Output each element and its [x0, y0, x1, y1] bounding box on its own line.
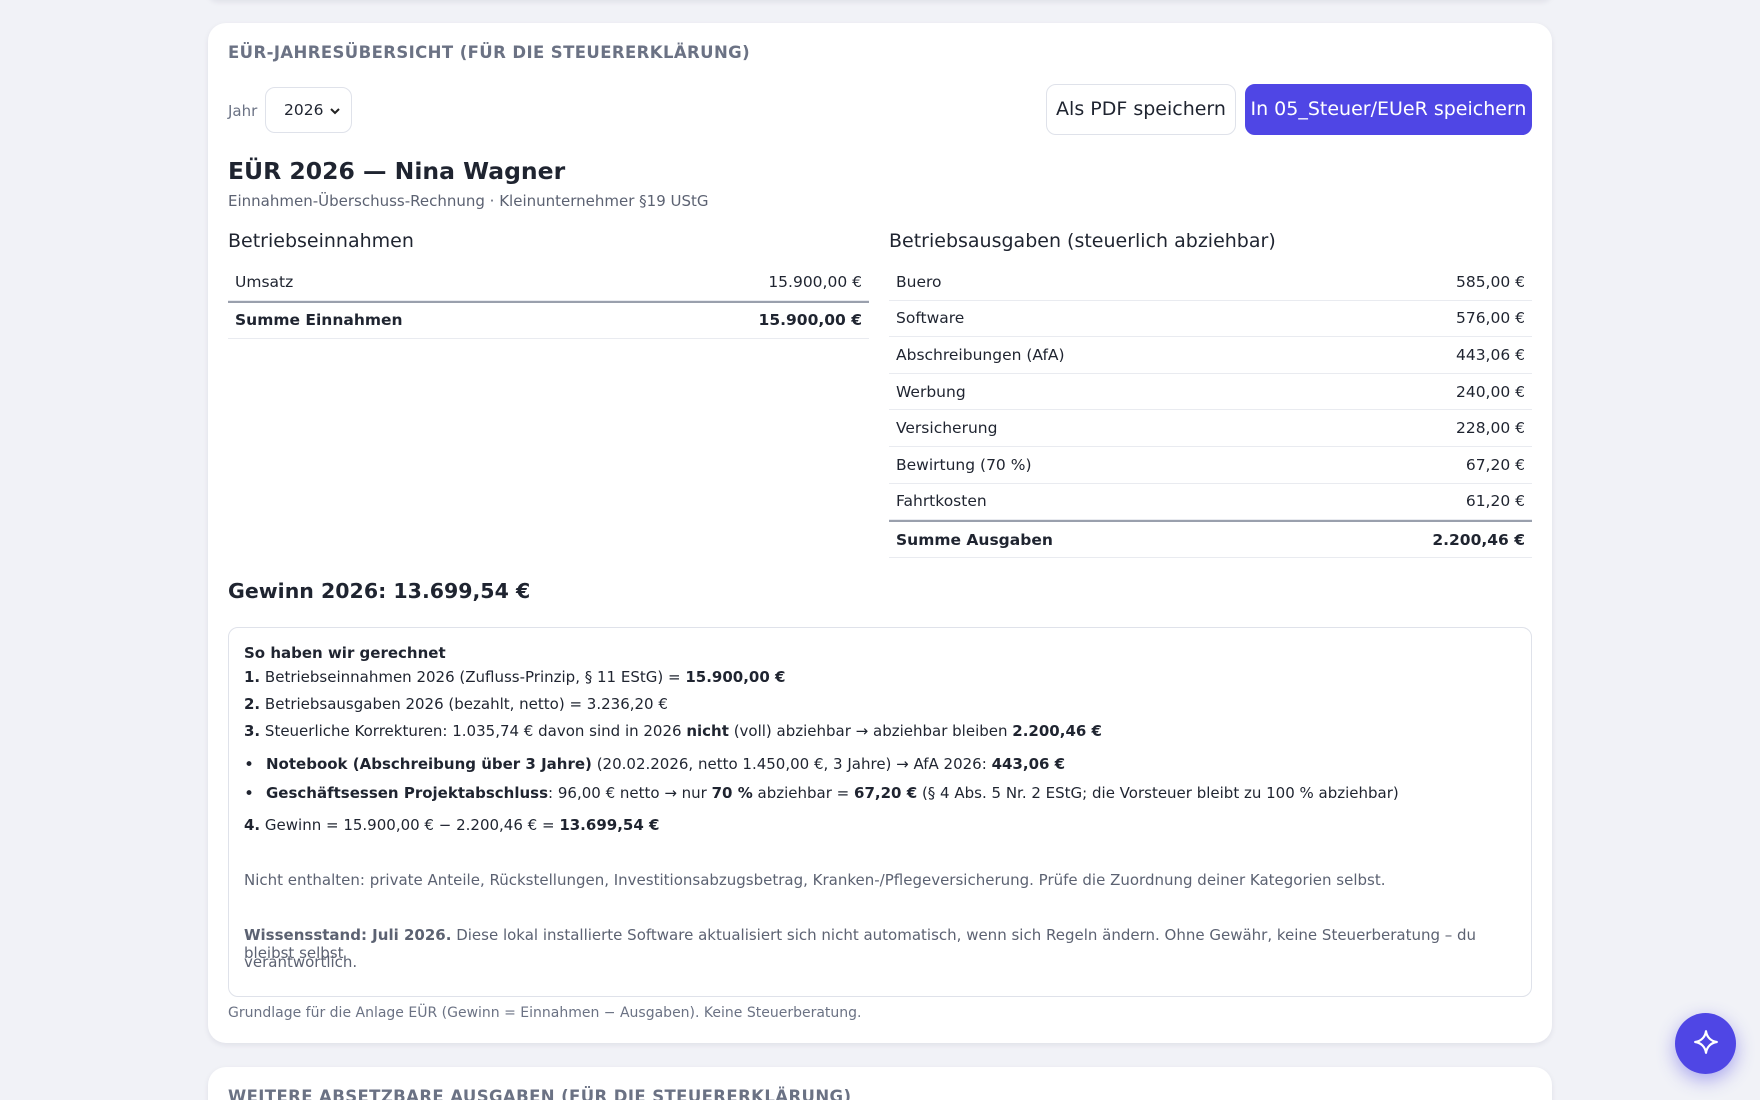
section-title: EÜR-Jahresübersicht (für die Steuererklä…	[228, 43, 751, 62]
table-row: Buero 585,00 €	[889, 264, 1532, 301]
step-text: Steuerliche Korrekturen: 1.035,74 € davo…	[264, 722, 682, 740]
report-subtitle: Einnahmen-Überschuss-Rechnung · Kleinunt…	[228, 192, 709, 210]
report-title: EÜR 2026 — Nina Wagner	[228, 157, 566, 185]
sum-label: Summe Einnahmen	[235, 311, 403, 330]
row-amount: 576,00 €	[1455, 309, 1525, 328]
sum-amount: 2.200,46 €	[1432, 530, 1525, 549]
sum-label: Summe Ausgaben	[896, 530, 1053, 549]
step-number: 4.	[244, 816, 261, 834]
row-amount: 585,00 €	[1455, 272, 1525, 291]
calculation-box: So haben wir gerechnet 1. Betriebseinnah…	[228, 627, 1532, 997]
knowledge-date: Wissensstand: Juli 2026.	[244, 926, 452, 944]
row-amount: 61,20 €	[1465, 492, 1525, 511]
item-text: abziehbar =	[757, 784, 850, 802]
row-label: Bewirtung (70 %)	[896, 455, 1032, 474]
table-row: Fahrtkosten 61,20 €	[889, 484, 1532, 521]
row-label: Software	[896, 309, 965, 328]
step-number: 3.	[244, 722, 261, 740]
row-label: Buero	[896, 272, 942, 291]
income-table: Umsatz 15.900,00 € Summe Einnahmen 15.90…	[228, 264, 869, 339]
expenses-title: Betriebsausgaben (steuerlich abziehbar)	[889, 230, 1276, 252]
step-emphasis: nicht	[686, 722, 729, 740]
step-text: Gewinn = 15.900,00 € − 2.200,46 € =	[264, 816, 555, 834]
step-value: 2.200,46 €	[1012, 722, 1102, 740]
table-row: Abschreibungen (AfA) 443,06 €	[889, 337, 1532, 374]
calc-step-2: 2. Betriebsausgaben 2026 (bezahlt, netto…	[244, 695, 668, 713]
footer-note: Grundlage für die Anlage EÜR (Gewinn = E…	[228, 1005, 862, 1021]
calc-step-4: 4. Gewinn = 15.900,00 € − 2.200,46 € = 1…	[244, 816, 659, 834]
table-row: Werbung 240,00 €	[889, 374, 1532, 411]
expenses-table: Buero 585,00 € Software 576,00 € Abschre…	[889, 264, 1532, 559]
correction-item: Geschäftsessen Projektabschluss: 96,00 €…	[244, 784, 1399, 804]
sum-amount: 15.900,00 €	[758, 311, 862, 330]
knowledge-note-continued: verantwortlich.	[244, 953, 358, 971]
save-pdf-button[interactable]: Als PDF speichern	[1046, 84, 1236, 135]
step-number: 1.	[244, 668, 261, 686]
expenses-sum-row: Summe Ausgaben 2.200,46 €	[889, 520, 1532, 559]
calc-step-1: 1. Betriebseinnahmen 2026 (Zufluss-Prinz…	[244, 668, 785, 686]
item-percent: 70 %	[711, 784, 753, 802]
step-text: (voll) abziehbar → abziehbar bleiben	[733, 722, 1008, 740]
item-title: Geschäftsessen Projektabschluss	[266, 784, 549, 802]
save-to-folder-button[interactable]: In 05_Steuer/EUeR speichern	[1245, 84, 1532, 135]
row-label: Werbung	[896, 382, 966, 401]
row-amount: 67,20 €	[1465, 455, 1525, 474]
year-label: Jahr	[228, 102, 258, 120]
item-title: Notebook (Abschreibung über 3 Jahre)	[266, 755, 592, 773]
table-row: Bewirtung (70 %) 67,20 €	[889, 447, 1532, 484]
sparkle-icon	[1693, 1029, 1719, 1059]
income-title: Betriebseinnahmen	[228, 230, 414, 252]
table-row: Software 576,00 €	[889, 301, 1532, 338]
table-row: Umsatz 15.900,00 €	[228, 264, 869, 301]
row-amount: 228,00 €	[1455, 419, 1525, 438]
step-text: Betriebsausgaben 2026 (bezahlt, netto) =…	[264, 695, 668, 713]
step-number: 2.	[244, 695, 261, 713]
calculation-heading: So haben wir gerechnet	[244, 644, 446, 662]
eur-overview-card: EÜR-Jahresübersicht (für die Steuererklä…	[208, 23, 1552, 1043]
table-row: Versicherung 228,00 €	[889, 410, 1532, 447]
row-amount: 240,00 €	[1455, 382, 1525, 401]
step-text: Betriebseinnahmen 2026 (Zufluss-Prinzip,…	[264, 668, 681, 686]
year-select-value: 2026	[284, 101, 324, 119]
item-text: (20.02.2026, netto 1.450,00 €, 3 Jahre) …	[596, 755, 987, 773]
row-label: Umsatz	[235, 272, 294, 291]
year-select[interactable]: 2026	[265, 87, 352, 133]
not-included-note: Nicht enthalten: private Anteile, Rückst…	[244, 871, 1386, 889]
chevron-down-icon	[329, 88, 341, 132]
step-value: 15.900,00 €	[685, 668, 786, 686]
profit-total: Gewinn 2026: 13.699,54 €	[228, 579, 531, 603]
item-value: 443,06 €	[991, 755, 1066, 773]
correction-item: Notebook (Abschreibung über 3 Jahre) (20…	[244, 755, 1066, 775]
row-amount: 15.900,00 €	[768, 272, 862, 291]
step-value: 13.699,54 €	[559, 816, 660, 834]
next-card: Weitere absetzbare Ausgaben (für die Ste…	[208, 1067, 1552, 1100]
assistant-fab-button[interactable]	[1675, 1013, 1736, 1074]
income-sum-row: Summe Einnahmen 15.900,00 €	[228, 300, 869, 339]
item-text: : 96,00 € netto → nur	[548, 784, 707, 802]
row-label: Versicherung	[896, 419, 998, 438]
row-label: Fahrtkosten	[896, 492, 987, 511]
calc-step-3: 3. Steuerliche Korrekturen: 1.035,74 € d…	[244, 722, 1102, 740]
row-amount: 443,06 €	[1455, 345, 1525, 364]
knowledge-note: Wissensstand: Juli 2026. Diese lokal ins…	[244, 926, 1514, 962]
next-section-title: Weitere absetzbare Ausgaben (für die Ste…	[228, 1087, 852, 1100]
item-value: 67,20 €	[854, 784, 918, 802]
row-label: Abschreibungen (AfA)	[896, 345, 1065, 364]
item-text: (§ 4 Abs. 5 Nr. 2 EStG; die Vorsteuer bl…	[921, 784, 1399, 802]
